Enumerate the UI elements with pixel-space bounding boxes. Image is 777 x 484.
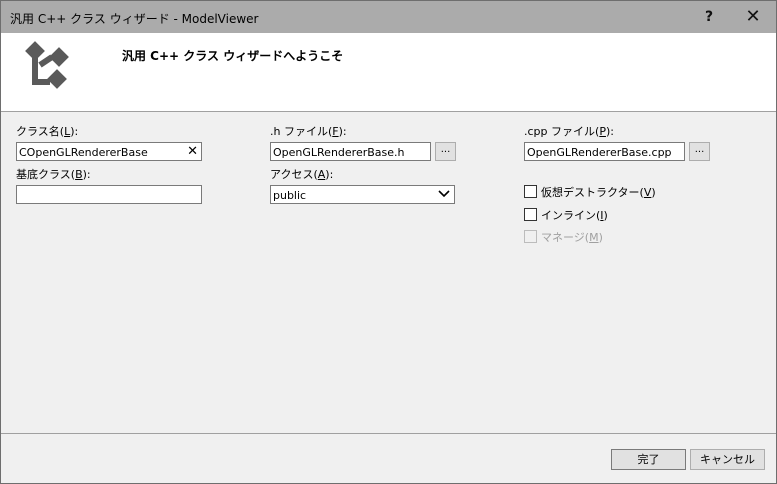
base-class-label: 基底クラス(B): [16, 168, 91, 181]
managed-checkbox [524, 230, 537, 243]
h-file-label: .h ファイル(F): [270, 125, 347, 138]
h-file-value: OpenGLRendererBase.h [273, 146, 405, 159]
wizard-dialog: 汎用 C++ クラス ウィザード - ModelViewer ? ✕ 汎用 C+… [0, 0, 777, 484]
class-name-label: クラス名(L): [16, 125, 79, 138]
cpp-file-input[interactable]: OpenGLRendererBase.cpp [524, 142, 685, 161]
title-bar[interactable]: 汎用 C++ クラス ウィザード - ModelViewer ? ✕ [1, 1, 776, 33]
finish-button[interactable]: 完了 [611, 449, 686, 470]
footer-divider [1, 433, 776, 434]
access-label: アクセス(A): [270, 168, 334, 181]
inline-checkbox[interactable] [524, 208, 537, 221]
inline-label[interactable]: インライン(I) [541, 207, 608, 223]
clear-icon[interactable]: ✕ [187, 143, 198, 160]
chevron-down-icon [438, 190, 450, 198]
class-name-value: COpenGLRendererBase [19, 146, 148, 159]
access-select[interactable]: public [270, 185, 455, 204]
cpp-file-value: OpenGLRendererBase.cpp [527, 146, 672, 159]
cpp-file-browse-button[interactable]: ... [689, 142, 710, 161]
cpp-file-label: .cpp ファイル(P): [524, 125, 614, 138]
h-file-input[interactable]: OpenGLRendererBase.h [270, 142, 431, 161]
virtual-destructor-checkbox[interactable] [524, 185, 537, 198]
help-button[interactable]: ? [687, 1, 731, 33]
managed-label: マネージ(M) [541, 231, 603, 244]
class-name-input[interactable]: COpenGLRendererBase ✕ [16, 142, 202, 161]
h-file-browse-button[interactable]: ... [435, 142, 456, 161]
class-wizard-icon [25, 41, 69, 89]
banner-heading: 汎用 C++ クラス ウィザードへようこそ [122, 49, 344, 63]
virtual-destructor-label[interactable]: 仮想デストラクター(V) [541, 184, 656, 200]
access-value: public [273, 189, 307, 202]
base-class-input[interactable] [16, 185, 202, 204]
cancel-button[interactable]: キャンセル [690, 449, 765, 470]
window-title: 汎用 C++ クラス ウィザード - ModelViewer [10, 12, 259, 26]
welcome-banner: 汎用 C++ クラス ウィザードへようこそ [1, 33, 776, 112]
close-button[interactable]: ✕ [731, 1, 775, 33]
